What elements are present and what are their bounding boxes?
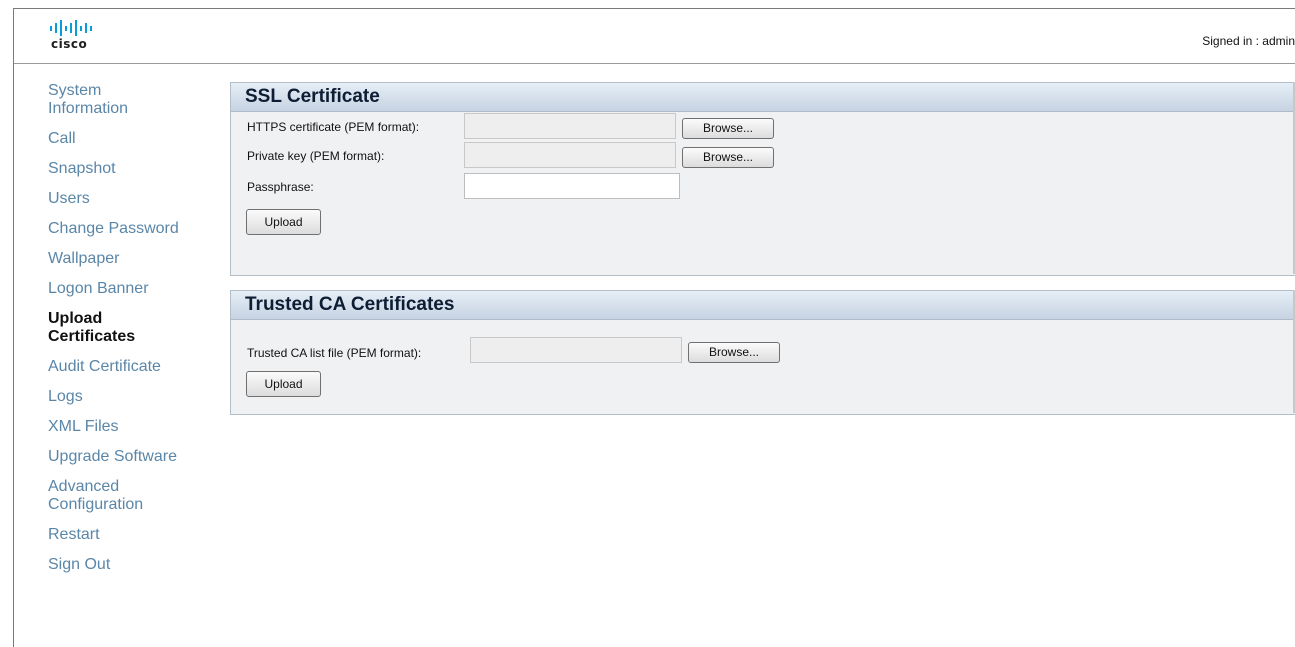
logo-bars-icon [50, 20, 110, 36]
signed-in-status: Signed in : admin [1202, 34, 1295, 48]
trusted-ca-panel: Trusted CA Certificates Trusted CA list … [230, 290, 1295, 415]
sidebar-item-sign-out[interactable]: Sign Out [48, 556, 223, 574]
trusted-ca-list-label: Trusted CA list file (PEM format): [247, 346, 422, 360]
sidebar-item-restart[interactable]: Restart [48, 526, 223, 544]
sidebar-item-upload-certificates[interactable]: Upload Certificates [48, 310, 158, 346]
ssl-upload-button[interactable]: Upload [246, 209, 321, 235]
private-key-field[interactable] [464, 142, 676, 168]
header: cisco Signed in : admin [14, 9, 1295, 64]
sidebar-nav: System Information Call Snapshot Users C… [48, 82, 223, 586]
https-certificate-label: HTTPS certificate (PEM format): [247, 120, 420, 134]
https-browse-button[interactable]: Browse... [682, 118, 774, 139]
sidebar-item-logon-banner[interactable]: Logon Banner [48, 280, 223, 298]
trusted-ca-upload-button[interactable]: Upload [246, 371, 321, 397]
sidebar-item-change-password[interactable]: Change Password [48, 220, 223, 238]
sidebar-item-users[interactable]: Users [48, 190, 223, 208]
trusted-ca-title: Trusted CA Certificates [231, 291, 1295, 320]
ssl-certificate-title: SSL Certificate [231, 83, 1295, 112]
sidebar-item-snapshot[interactable]: Snapshot [48, 160, 223, 178]
app-frame: cisco Signed in : admin System Informati… [13, 8, 1295, 647]
private-key-label: Private key (PEM format): [247, 149, 385, 163]
sidebar-item-audit-certificate[interactable]: Audit Certificate [48, 358, 223, 376]
trusted-ca-list-field[interactable] [470, 337, 682, 363]
sidebar-item-upgrade-software[interactable]: Upgrade Software [48, 448, 223, 466]
https-certificate-field[interactable] [464, 113, 676, 139]
sidebar-item-xml-files[interactable]: XML Files [48, 418, 223, 436]
sidebar-item-wallpaper[interactable]: Wallpaper [48, 250, 223, 268]
sidebar-item-call[interactable]: Call [48, 130, 223, 148]
ssl-certificate-panel: SSL Certificate HTTPS certificate (PEM f… [230, 82, 1295, 276]
sidebar-item-advanced-configuration[interactable]: Advanced Configuration [48, 478, 158, 514]
trusted-ca-browse-button[interactable]: Browse... [688, 342, 780, 363]
cisco-logo[interactable]: cisco [50, 20, 110, 51]
private-key-browse-button[interactable]: Browse... [682, 147, 774, 168]
sidebar-item-logs[interactable]: Logs [48, 388, 223, 406]
sidebar-item-system-information[interactable]: System Information [48, 82, 158, 118]
logo-wordmark: cisco [51, 37, 88, 51]
passphrase-input[interactable] [464, 173, 680, 199]
passphrase-label: Passphrase: [247, 180, 314, 194]
